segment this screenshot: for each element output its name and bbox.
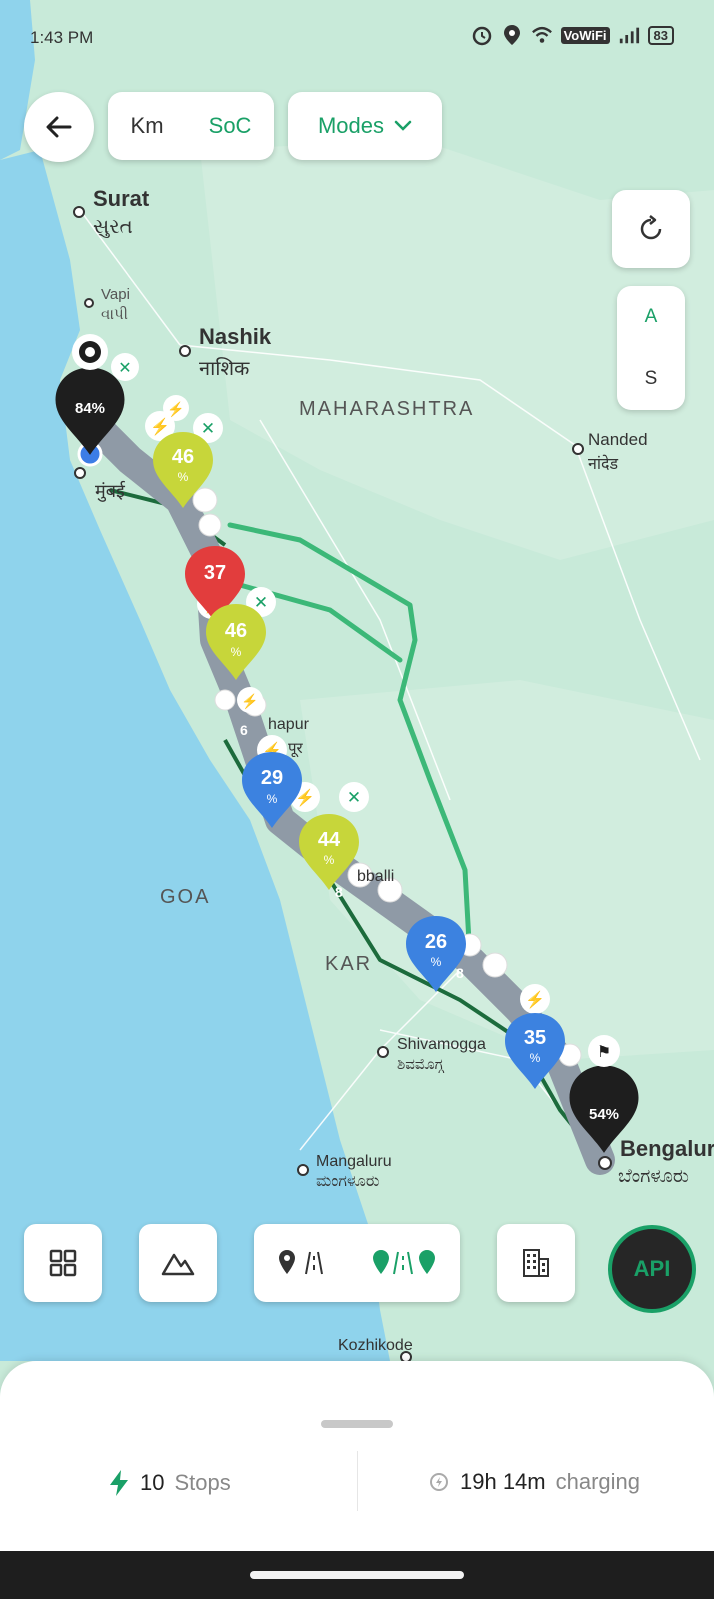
unit-toggle[interactable]: Km SoC [108, 92, 274, 160]
stop-3-soc: 46 [224, 620, 248, 642]
stop-5-pct: % [323, 853, 335, 867]
stops-summary: 10 Stops [108, 1469, 231, 1497]
buildings-button[interactable] [497, 1224, 575, 1302]
option-s[interactable]: S [645, 368, 658, 390]
stop-5-soc: 44 [317, 829, 341, 851]
trip-summary-sheet[interactable]: 10 Stops 19h 14m charging [0, 1361, 714, 1551]
svg-text:⚑: ⚑ [597, 1044, 611, 1061]
system-nav-bar [0, 1551, 714, 1599]
svg-text:✕: ✕ [347, 788, 361, 807]
charging-summary: 19h 14m charging [428, 1469, 640, 1495]
unit-soc-option[interactable]: SoC [209, 113, 252, 139]
api-button[interactable]: API [608, 1225, 696, 1313]
route-single-icon[interactable] [278, 1248, 324, 1278]
route-view-toggle[interactable] [254, 1224, 460, 1302]
partial-marker-label: 8 [456, 965, 464, 981]
modes-dropdown[interactable]: Modes [288, 92, 442, 160]
svg-text:✕: ✕ [118, 360, 131, 377]
stop-1-soc: 46 [171, 446, 195, 468]
start-marker-soc: 84% [75, 400, 105, 417]
stop-marker-5[interactable] [299, 814, 359, 890]
route-multi-icon[interactable] [372, 1248, 436, 1278]
chevron-down-icon [394, 120, 412, 131]
lightning-icon [110, 1470, 128, 1496]
svg-text:✕: ✕ [254, 593, 268, 612]
api-label: API [633, 1256, 671, 1281]
svg-text:⚡: ⚡ [525, 990, 545, 1009]
sheet-drag-handle[interactable] [321, 1420, 393, 1428]
stops-count: 10 [140, 1470, 165, 1495]
partial-marker-label: 8 [335, 884, 343, 900]
grid-icon [49, 1249, 77, 1277]
modes-label: Modes [317, 113, 385, 138]
stop-4-soc: 29 [260, 767, 284, 789]
stops-label: Stops [174, 1470, 231, 1495]
mountain-icon [161, 1253, 195, 1276]
elevation-button[interactable] [139, 1224, 217, 1302]
svg-text:⚡: ⚡ [150, 417, 170, 436]
status-time: 1:43 PM [30, 28, 94, 47]
vowifi-badge: VoWiFi [560, 26, 610, 44]
stop-3-pct: % [230, 645, 242, 659]
grid-button[interactable] [24, 1224, 102, 1302]
unit-km-option[interactable]: Km [131, 113, 164, 139]
back-button[interactable] [24, 92, 94, 162]
option-a[interactable]: A [645, 306, 658, 328]
charging-label: charging [555, 1469, 641, 1494]
partial-marker-label: 6 [240, 722, 248, 738]
svg-text:✕: ✕ [201, 419, 215, 438]
stop-7-soc: 35 [523, 1027, 547, 1049]
status-bar: 1:43 PM VoWiFi 83 [0, 0, 714, 70]
battery-indicator: 83 [647, 25, 674, 45]
arrow-left-icon [46, 116, 72, 138]
end-marker-soc: 54% [589, 1106, 619, 1123]
alarm-icon [471, 24, 493, 46]
home-gesture-pill[interactable] [250, 1571, 464, 1579]
building-icon [523, 1249, 549, 1277]
end-marker[interactable]: ⚑ [569, 1035, 639, 1153]
charging-time-icon [430, 1473, 448, 1491]
location-icon [501, 24, 523, 46]
stop-1-pct: % [177, 470, 189, 484]
stop-7-pct: % [529, 1051, 541, 1065]
charger-bolt-badge[interactable]: ⚡ ⚡ ⚡ ⚡ ⚡ ⚡ ⚡ [145, 395, 550, 1014]
refresh-icon [640, 215, 662, 240]
svg-text:⚡: ⚡ [167, 401, 184, 418]
wifi-icon [531, 24, 553, 46]
start-marker[interactable] [55, 334, 125, 455]
charging-time: 19h 14m [460, 1469, 546, 1494]
summary-divider [357, 1451, 358, 1511]
stop-4-pct: % [266, 792, 278, 806]
stop-6-pct: % [430, 955, 442, 969]
refresh-button[interactable] [612, 190, 690, 268]
stop-6-soc: 26 [424, 931, 448, 953]
stop-2-soc: 37 [203, 562, 227, 584]
signal-icon [618, 24, 640, 46]
a-s-toggle[interactable]: A S [617, 286, 685, 410]
stop-marker-4[interactable] [242, 752, 302, 828]
svg-text:⚡: ⚡ [241, 693, 258, 710]
